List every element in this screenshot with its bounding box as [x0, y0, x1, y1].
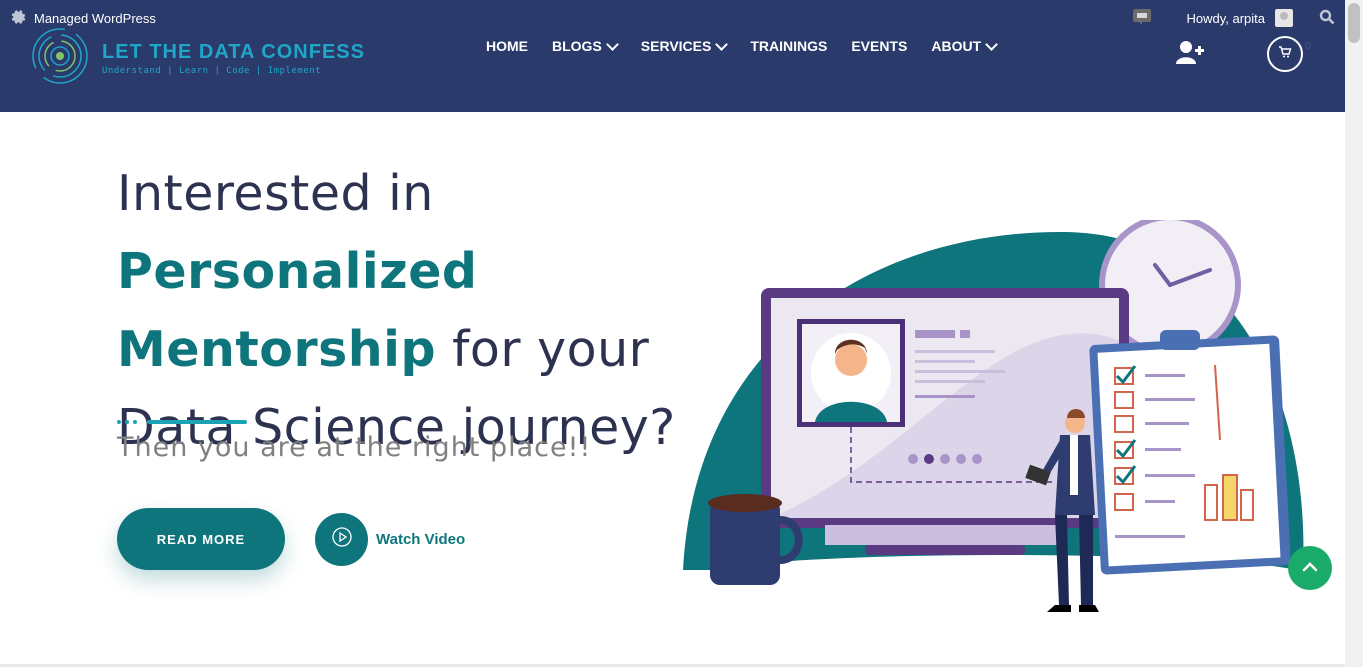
comment-icon[interactable]: [1132, 8, 1152, 29]
nav-item-blogs[interactable]: BLOGS: [552, 37, 619, 54]
nav-item-label: EVENTS: [851, 38, 908, 54]
nav-item-events[interactable]: EVENTS: [851, 38, 907, 54]
nav-item-label: TRAININGS: [750, 38, 828, 54]
main-nav: HOME BLOGS SERVICES TRAININGS EVENTS ABO…: [486, 37, 998, 54]
scrollbar-thumb[interactable]: [1348, 3, 1360, 43]
chevron-down-icon: [985, 37, 998, 51]
coffee-mug: [710, 500, 780, 585]
read-more-button[interactable]: READ MORE: [117, 508, 285, 570]
chevron-down-icon: [605, 37, 619, 51]
hero-title-part1: Interested in: [117, 165, 434, 222]
play-button[interactable]: [315, 513, 368, 566]
avatar[interactable]: [1275, 9, 1293, 27]
hero-divider: [117, 420, 247, 424]
hero-subtitle: Then you are at the right place!!: [117, 432, 592, 463]
adminbar-account: Howdy, arpita: [1132, 8, 1335, 28]
logo-tagline: Understand | Learn | Code | Implement: [102, 65, 321, 76]
hero-illustration: [675, 214, 1315, 625]
logo-spiral-icon: [30, 26, 96, 91]
hero-title-accent: Personalized Mentorship: [117, 243, 478, 378]
nav-item-label: SERVICES: [640, 38, 712, 54]
nav-item-label: BLOGS: [552, 38, 602, 54]
site-logo[interactable]: LET THE DATA CONFESS Understand | Learn …: [30, 26, 365, 91]
adminbar-site-label[interactable]: Managed WordPress: [34, 11, 156, 26]
chevron-down-icon: [715, 37, 729, 51]
page-scrollbar[interactable]: [1345, 0, 1363, 667]
play-icon: [331, 526, 353, 553]
watch-video-link[interactable]: Watch Video: [315, 513, 465, 566]
logo-title: LET THE DATA CONFESS: [102, 40, 365, 63]
gear-icon: [8, 8, 26, 29]
cart-button[interactable]: [1267, 36, 1303, 72]
watch-video-label[interactable]: Watch Video: [376, 531, 465, 548]
nav-item-home[interactable]: HOME: [486, 38, 528, 54]
nav-item-trainings[interactable]: TRAININGS: [750, 38, 827, 54]
nav-item-about[interactable]: ABOUT: [931, 37, 998, 54]
howdy-user[interactable]: Howdy, arpita: [1186, 11, 1265, 26]
nav-item-services[interactable]: SERVICES: [640, 37, 729, 54]
add-user-icon[interactable]: [1176, 40, 1204, 69]
search-icon[interactable]: [1319, 9, 1335, 28]
arrow-up-icon: [1302, 559, 1318, 577]
nav-item-label: ABOUT: [931, 38, 982, 54]
cart-icon: [1278, 45, 1292, 64]
scroll-to-top-button[interactable]: [1288, 546, 1332, 590]
cart-count: 0: [1305, 40, 1312, 52]
site-header: Managed WordPress Howdy, arpita LET THE …: [0, 0, 1345, 112]
nav-item-label: HOME: [486, 38, 528, 54]
